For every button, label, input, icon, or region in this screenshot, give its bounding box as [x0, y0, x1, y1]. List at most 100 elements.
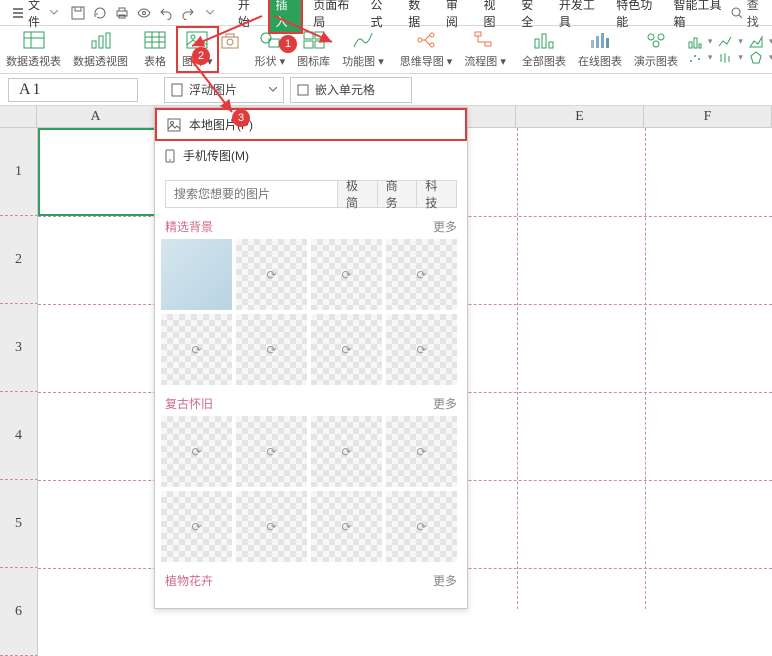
- row-header-3[interactable]: 3: [0, 304, 38, 392]
- online-chart-label: 在线图表: [578, 53, 622, 69]
- small-scatter-icon[interactable]: [688, 51, 702, 65]
- menubar: 文件 开始 插入 页面布局 公式 数据 审阅 视图 安全 开发工具 特色功能 智…: [0, 0, 772, 26]
- hamburger-icon: [12, 7, 24, 19]
- print-icon[interactable]: [114, 5, 130, 21]
- col-header-a[interactable]: A: [37, 106, 155, 128]
- secondary-bar: A1 浮动图片 嵌入单元格: [0, 74, 772, 106]
- mindmap-label: 思维导图 ▾: [400, 53, 453, 69]
- row-header-4[interactable]: 4: [0, 392, 38, 480]
- small-line-icon[interactable]: [718, 35, 732, 49]
- ribbon-demo-chart[interactable]: 演示图表: [628, 26, 684, 73]
- online-chart-icon: [589, 31, 611, 51]
- picture-thumb[interactable]: ⟳: [311, 239, 382, 310]
- undo-icon[interactable]: [158, 5, 174, 21]
- demo-chart-icon: [645, 31, 667, 51]
- picture-thumb[interactable]: ⟳: [161, 491, 232, 562]
- section-header-plant: 植物花卉 更多: [155, 562, 467, 593]
- thumb-grid-retro: ⟳ ⟳ ⟳ ⟳ ⟳ ⟳ ⟳ ⟳: [155, 416, 467, 562]
- section-more-link[interactable]: 更多: [433, 218, 457, 235]
- picture-dropdown: 本地图片(P) 手机传图(M) 极简 商务 科技 精选背景 更多 ⟳ ⟳ ⟳ ⟳…: [154, 107, 468, 609]
- callout-3: 3: [232, 109, 250, 127]
- ribbon-flowchart[interactable]: 流程图 ▾: [458, 26, 512, 73]
- mindmap-icon: [415, 31, 437, 51]
- chevron-down-icon: [269, 87, 277, 92]
- filter-chip-tech[interactable]: 科技: [416, 181, 456, 207]
- ribbon: 数据透视表 数据透视图 表格 图片 ▾ 形状 ▾ 图标库 功能图 ▾ 思维导图 …: [0, 26, 772, 74]
- chevron-down-icon: [50, 10, 58, 15]
- picture-thumb[interactable]: ⟳: [386, 491, 457, 562]
- menu-phone-picture[interactable]: 手机传图(M): [155, 141, 467, 170]
- col-header-f[interactable]: F: [644, 106, 772, 128]
- section-title: 精选背景: [165, 218, 213, 235]
- refresh-icon[interactable]: [92, 5, 108, 21]
- preview-icon[interactable]: [136, 5, 152, 21]
- small-chart-icon[interactable]: [688, 35, 702, 49]
- picture-thumb[interactable]: ⟳: [236, 239, 307, 310]
- picture-thumb[interactable]: ⟳: [311, 314, 382, 385]
- row-header-2[interactable]: 2: [0, 216, 38, 304]
- thumb-grid-bg: ⟳ ⟳ ⟳ ⟳ ⟳ ⟳ ⟳: [155, 239, 467, 385]
- ribbon-table[interactable]: 表格: [138, 26, 172, 73]
- picture-thumb[interactable]: ⟳: [236, 416, 307, 487]
- filter-chip-business[interactable]: 商务: [377, 181, 417, 207]
- shapes-label: 形状 ▾: [255, 53, 286, 69]
- active-cell-a1[interactable]: [38, 128, 156, 216]
- small-radar-icon[interactable]: [749, 51, 763, 65]
- small-area-icon[interactable]: [749, 35, 763, 49]
- all-charts-label: 全部图表: [522, 53, 566, 69]
- pivot-chart-label: 数据透视图: [73, 53, 128, 69]
- ribbon-online-chart[interactable]: 在线图表: [572, 26, 628, 73]
- flowchart-label: 流程图 ▾: [464, 53, 506, 69]
- picture-thumb[interactable]: ⟳: [161, 314, 232, 385]
- table-label: 表格: [144, 53, 166, 69]
- cell-icon: [297, 84, 309, 96]
- picture-thumb[interactable]: ⟳: [161, 416, 232, 487]
- picture-search: 极简 商务 科技: [165, 180, 457, 208]
- section-title: 植物花卉: [165, 572, 213, 589]
- small-stock-icon[interactable]: [718, 51, 732, 65]
- col-header-e[interactable]: E: [516, 106, 644, 128]
- callout-2: 2: [192, 47, 210, 65]
- section-title: 复古怀旧: [165, 395, 213, 412]
- row-header-6[interactable]: 6: [0, 568, 38, 656]
- section-more-link[interactable]: 更多: [433, 395, 457, 412]
- callout-1: 1: [279, 35, 297, 53]
- section-header-retro: 复古怀旧 更多: [155, 385, 467, 416]
- ribbon-small-grid: ▾ ▾ ▾ ▾ ▾ ▾ ▾ ▾: [684, 26, 772, 73]
- picture-thumb[interactable]: ⟳: [236, 491, 307, 562]
- table-icon: [144, 31, 166, 51]
- function-graph-label: 功能图 ▾: [342, 53, 384, 69]
- name-box[interactable]: A1: [8, 78, 138, 102]
- section-more-link[interactable]: 更多: [433, 572, 457, 589]
- pivot-table-icon: [23, 31, 45, 51]
- ribbon-mindmap[interactable]: 思维导图 ▾: [394, 26, 459, 73]
- phone-icon: [165, 149, 175, 163]
- picture-thumb[interactable]: ⟳: [311, 416, 382, 487]
- picture-thumb[interactable]: ⟳: [386, 416, 457, 487]
- select-all-corner[interactable]: [0, 106, 37, 128]
- ribbon-pivot-table[interactable]: 数据透视表: [0, 26, 67, 73]
- row-header-5[interactable]: 5: [0, 480, 38, 568]
- embed-cell-option[interactable]: 嵌入单元格: [290, 77, 412, 103]
- demo-chart-label: 演示图表: [634, 53, 678, 69]
- filter-chip-minimal[interactable]: 极简: [337, 181, 377, 207]
- section-header-bg: 精选背景 更多: [155, 208, 467, 239]
- icon-lib-label: 图标库: [297, 53, 330, 69]
- picture-thumb[interactable]: ⟳: [236, 314, 307, 385]
- ribbon-all-charts[interactable]: 全部图表: [516, 26, 572, 73]
- embed-cell-label: 嵌入单元格: [315, 81, 375, 98]
- picture-thumb[interactable]: ⟳: [311, 491, 382, 562]
- function-graph-icon: [352, 31, 374, 51]
- row-header-1[interactable]: 1: [0, 128, 38, 216]
- save-icon[interactable]: [70, 5, 86, 21]
- all-charts-icon: [533, 31, 555, 51]
- phone-picture-label: 手机传图(M): [183, 147, 249, 164]
- pivot-table-label: 数据透视表: [6, 53, 61, 69]
- picture-thumb[interactable]: ⟳: [386, 239, 457, 310]
- picture-search-input[interactable]: [166, 181, 337, 207]
- picture-thumb[interactable]: ⟳: [386, 314, 457, 385]
- pivot-chart-icon: [90, 31, 112, 51]
- search-icon: [731, 7, 743, 19]
- picture-thumb[interactable]: [161, 239, 232, 310]
- ribbon-pivot-chart[interactable]: 数据透视图: [67, 26, 134, 73]
